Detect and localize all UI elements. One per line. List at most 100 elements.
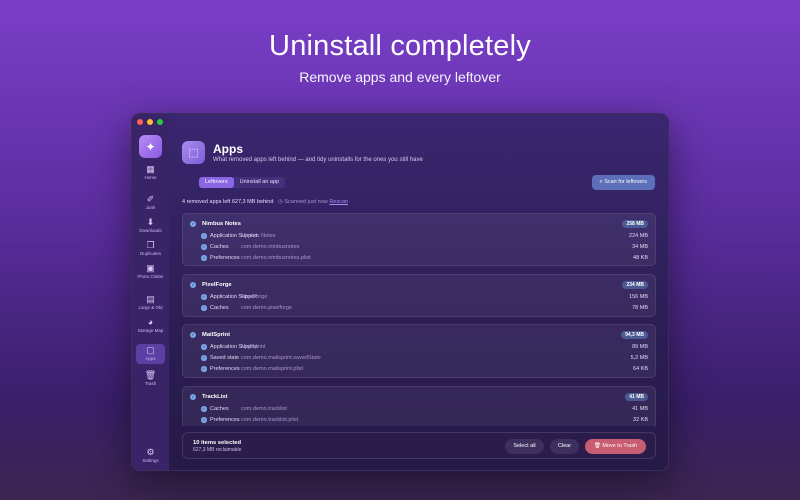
checkbox-icon[interactable]: ✓ — [201, 344, 207, 350]
leftover-item[interactable]: ✓ Caches com.demo.pixelforge 78 MB — [190, 304, 648, 312]
apps-icon: ⬚ — [182, 141, 205, 164]
app-name: MailSprint — [202, 332, 231, 338]
checkbox-icon[interactable]: ✓ — [201, 406, 207, 412]
view-tabs: Leftovers Uninstall an app — [199, 177, 286, 188]
sidebar-item-large-old[interactable]: ▤ Large & Old — [132, 294, 169, 310]
main-content: ⬚ Apps What removed apps left behind — a… — [169, 114, 668, 470]
checkbox-icon[interactable]: ✓ — [190, 332, 196, 338]
checkbox-icon[interactable]: ✓ — [201, 305, 207, 311]
move-to-trash-button[interactable]: 🗑 Move to Trash — [585, 439, 646, 454]
sidebar-item-trash[interactable]: 🗑 Trash — [132, 370, 169, 386]
tab-leftovers[interactable]: Leftovers — [199, 177, 234, 188]
item-size: 48 KB — [633, 255, 648, 261]
sidebar-item-duplicates[interactable]: ❐ Duplicates — [132, 240, 169, 256]
apps-icon: ▢ — [146, 345, 155, 355]
sidebar-item-label: Duplicates — [139, 251, 161, 256]
checkbox-icon[interactable]: ✓ — [201, 417, 207, 423]
sidebar-item-label: Home — [144, 175, 157, 180]
sidebar-item-label: Trash — [144, 381, 157, 386]
item-path: com.demo.nimbusnotes.plist — [241, 255, 311, 261]
item-size: 224 MB — [629, 233, 648, 239]
item-path: com.demo.tracklist — [241, 406, 287, 412]
search-icon: ⌕ — [599, 179, 603, 185]
sidebar: ✦ ▦ Home ✐ Junk ⬇ Downloads ❐ Duplicates… — [132, 114, 169, 470]
size-badge: 258 MB — [622, 220, 648, 228]
clear-button[interactable]: Clear — [550, 439, 579, 454]
item-size: 34 MB — [632, 244, 648, 250]
select-all-button[interactable]: Select all — [505, 439, 544, 454]
sidebar-item-label: Downloads — [139, 228, 162, 233]
scan-leftovers-button[interactable]: ⌕ Scan for leftovers — [591, 175, 655, 190]
tab-uninstall-app[interactable]: Uninstall an app — [234, 177, 285, 188]
leftover-list: ✓ Nimbus Notes 258 MB ✓ Application Supp… — [182, 213, 656, 426]
clock-icon: ◷ — [278, 199, 283, 205]
sidebar-item-junk[interactable]: ✐ Junk — [132, 194, 169, 210]
sidebar-item-label: Large & Old — [138, 305, 163, 310]
item-label: Preferences — [210, 255, 240, 261]
item-label: Preferences — [210, 417, 240, 423]
home-icon: ▦ — [146, 164, 155, 174]
window-controls — [137, 119, 163, 125]
scan-button-label: Scan for leftovers — [604, 179, 647, 185]
leftover-item[interactable]: ✓ Preferences com.demo.nimbusnotes.plist… — [190, 254, 648, 262]
hero: Uninstall completely Remove apps and eve… — [0, 30, 800, 85]
leftover-item[interactable]: ✓ Caches com.demo.nimbusnotes 34 MB — [190, 243, 648, 251]
app-row: ✓ TrackList 41 MB — [190, 393, 648, 401]
app-card-pixelforge[interactable]: ✓ PixelForge 234 MB ✓ Application Suppor… — [182, 274, 656, 317]
rescan-link[interactable]: Rescan — [329, 199, 348, 205]
item-size: 156 MB — [629, 294, 648, 300]
item-path: Nimbus Notes — [241, 233, 276, 239]
app-card-nimbus-notes[interactable]: ✓ Nimbus Notes 258 MB ✓ Application Supp… — [182, 213, 656, 266]
zoom-button[interactable] — [157, 119, 163, 125]
app-row: ✓ PixelForge 234 MB — [190, 281, 648, 289]
app-window: ✦ ▦ Home ✐ Junk ⬇ Downloads ❐ Duplicates… — [131, 113, 669, 471]
checkbox-icon[interactable]: ✓ — [201, 294, 207, 300]
app-card-tracklist[interactable]: ✓ TrackList 41 MB ✓ Caches com.demo.trac… — [182, 386, 656, 426]
selection-footer: 10 items selected 627,3 MB reclaimable S… — [182, 432, 656, 459]
sidebar-item-home[interactable]: ▦ Home — [132, 164, 169, 180]
sidebar-item-settings[interactable]: ⚙ Settings — [132, 447, 169, 463]
close-button[interactable] — [137, 119, 143, 125]
sidebar-item-label: Storage Map — [137, 328, 164, 333]
sidebar-item-label: Apps — [145, 356, 156, 361]
trash-icon: 🗑 — [144, 370, 157, 380]
leftover-item[interactable]: ✓ Preferences com.demo.tracklist.plist 3… — [190, 416, 648, 424]
leftover-item[interactable]: ✓ Preferences com.demo.mailsprint.plist … — [190, 365, 648, 373]
leftover-item[interactable]: ✓ Caches com.demo.tracklist 41 MB — [190, 405, 648, 413]
checkbox-icon[interactable]: ✓ — [201, 233, 207, 239]
file-icon: ▤ — [146, 294, 155, 304]
checkbox-icon[interactable]: ✓ — [201, 255, 207, 261]
checkbox-icon[interactable]: ✓ — [190, 394, 196, 400]
leftover-item[interactable]: ✓ Application Support PixelForge 156 MB — [190, 293, 648, 301]
photo-icon: ▣ — [146, 263, 155, 273]
app-card-mailsprint[interactable]: ✓ MailSprint 94,3 MB ✓ Application Suppo… — [182, 324, 656, 378]
checkbox-icon[interactable]: ✓ — [201, 366, 207, 372]
app-name: Nimbus Notes — [202, 221, 241, 227]
checkbox-icon[interactable]: ✓ — [190, 221, 196, 227]
sidebar-item-photo-clutter[interactable]: ▣ Photo Clutter — [132, 263, 169, 279]
item-size: 5,2 MB — [630, 355, 648, 361]
sidebar-item-storage-map[interactable]: ◕ Storage Map — [132, 317, 169, 333]
leftover-item[interactable]: ✓ Application Support Nimbus Notes 224 M… — [190, 232, 648, 240]
page-subtitle: What removed apps left behind — and tidy… — [213, 157, 423, 163]
sidebar-item-downloads[interactable]: ⬇ Downloads — [132, 217, 169, 233]
checkbox-icon[interactable]: ✓ — [201, 355, 207, 361]
sidebar-item-apps[interactable]: ▢ Apps — [136, 344, 165, 364]
app-row: ✓ Nimbus Notes 258 MB — [190, 220, 648, 228]
leftover-item[interactable]: ✓ Application Support MailSprint 89 MB — [190, 343, 648, 351]
leftover-item[interactable]: ✓ Saved state com.demo.mailsprint.savedS… — [190, 354, 648, 362]
item-label: Saved state — [210, 355, 240, 361]
item-path: com.demo.nimbusnotes — [241, 244, 300, 250]
item-path: com.demo.pixelforge — [241, 305, 293, 311]
app-row: ✓ MailSprint 94,3 MB — [190, 331, 648, 339]
item-label: Caches — [210, 305, 229, 311]
minimize-button[interactable] — [147, 119, 153, 125]
selected-count: 10 items selected — [193, 440, 242, 446]
duplicates-icon: ❐ — [146, 240, 155, 250]
app-name: PixelForge — [202, 282, 232, 288]
size-badge: 41 MB — [625, 393, 648, 401]
checkbox-icon[interactable]: ✓ — [190, 282, 196, 288]
item-size: 78 MB — [632, 305, 648, 311]
checkbox-icon[interactable]: ✓ — [201, 244, 207, 250]
item-label: Caches — [210, 406, 229, 412]
